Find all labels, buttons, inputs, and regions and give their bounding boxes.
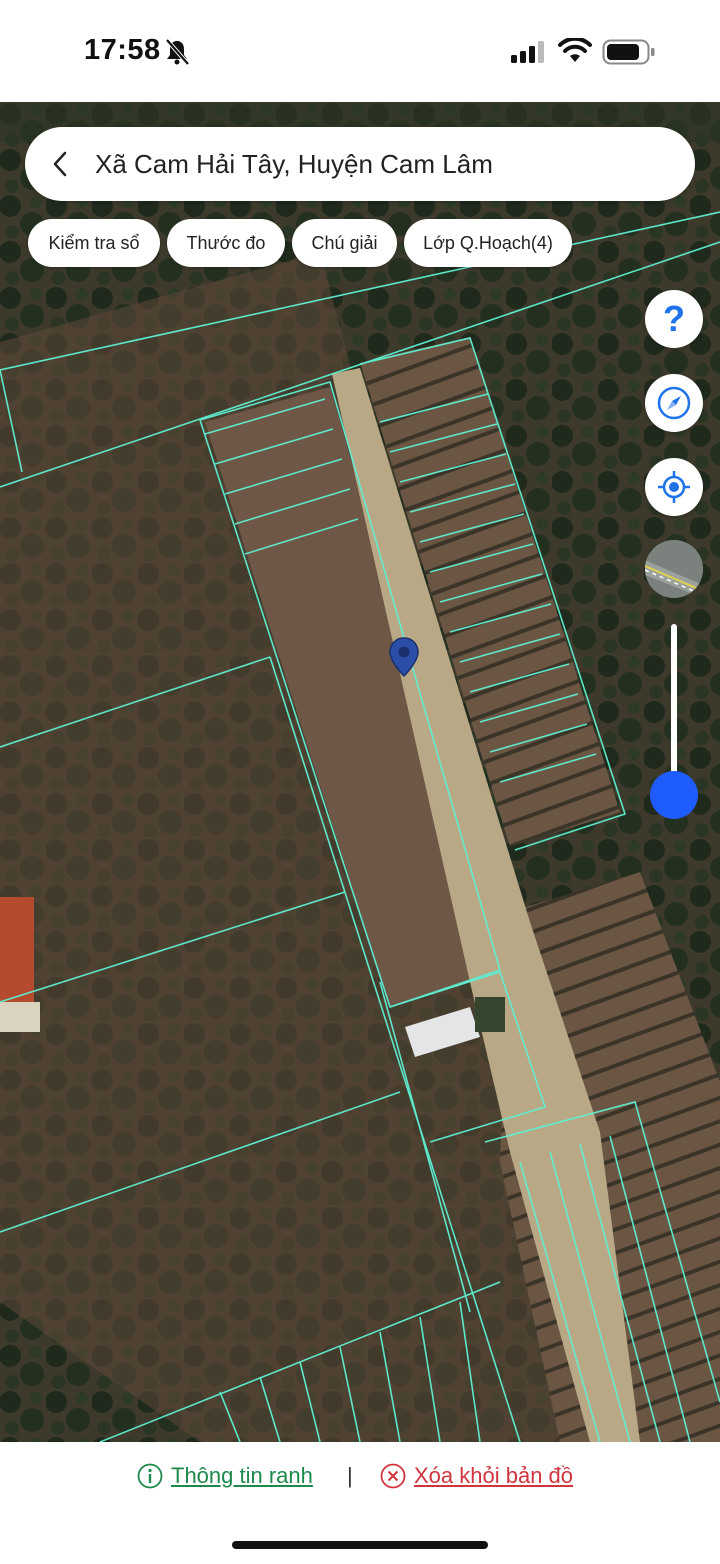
info-circle-icon xyxy=(137,1463,163,1489)
status-bar: 17:58 xyxy=(0,0,720,102)
location-title: Xã Cam Hải Tây, Huyện Cam Lâm xyxy=(95,148,493,179)
legend-chip[interactable]: Chú giải xyxy=(292,219,397,267)
battery-icon xyxy=(602,39,655,65)
map-imagery xyxy=(0,102,720,1442)
status-time: 17:58 xyxy=(84,34,161,66)
close-circle-icon xyxy=(380,1463,406,1489)
map-layer-icon xyxy=(645,540,703,598)
wifi-icon xyxy=(558,38,592,62)
boundary-info-link[interactable]: Thông tin ranh xyxy=(137,1463,313,1489)
search-bar[interactable]: Xã Cam Hải Tây, Huyện Cam Lâm xyxy=(25,127,695,201)
check-title-chip[interactable]: Kiểm tra sổ xyxy=(28,219,160,267)
compass-button[interactable] xyxy=(645,374,703,432)
my-location-button[interactable] xyxy=(645,458,703,516)
bell-slash-icon xyxy=(165,38,190,66)
zoom-slider-handle[interactable] xyxy=(650,771,698,819)
help-button[interactable]: ? xyxy=(645,290,703,348)
remove-from-map-label: Xóa khỏi bản đồ xyxy=(414,1463,574,1488)
zoom-slider-track[interactable] xyxy=(671,624,677,794)
back-button[interactable] xyxy=(25,127,95,201)
satellite-map[interactable] xyxy=(0,102,720,1442)
planning-layer-chip[interactable]: Lớp Q.Hoạch(4) xyxy=(404,219,572,267)
map-layer-button[interactable] xyxy=(645,540,703,598)
chevron-left-icon xyxy=(53,151,67,177)
cellular-signal-icon xyxy=(511,41,544,63)
remove-from-map-link[interactable]: Xóa khỏi bản đồ xyxy=(380,1463,573,1489)
location-pin-icon[interactable] xyxy=(388,636,420,678)
my-location-icon xyxy=(658,471,690,503)
separator: | xyxy=(347,1463,353,1488)
compass-icon xyxy=(657,386,691,420)
home-indicator xyxy=(232,1541,488,1549)
ruler-chip[interactable]: Thước đo xyxy=(167,219,285,267)
boundary-info-label: Thông tin ranh xyxy=(171,1463,313,1488)
help-icon: ? xyxy=(663,298,685,339)
